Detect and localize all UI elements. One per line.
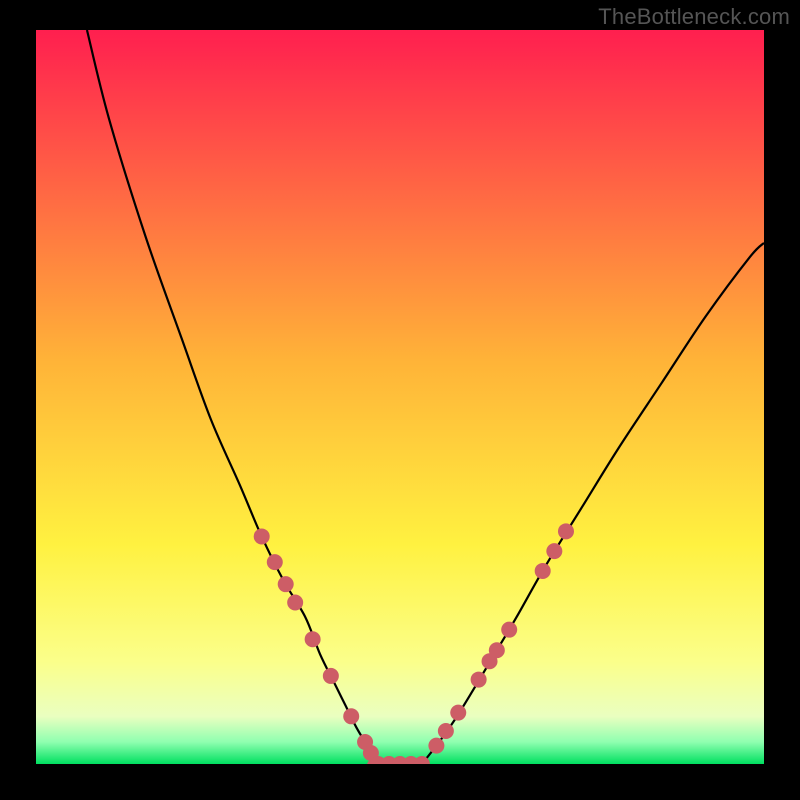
bottleneck-chart (0, 0, 800, 800)
data-marker (471, 672, 487, 688)
data-marker (287, 595, 303, 611)
data-marker (546, 543, 562, 559)
data-marker (501, 622, 517, 638)
watermark-text: TheBottleneck.com (598, 4, 790, 30)
data-marker (414, 756, 430, 772)
chart-frame: TheBottleneck.com (0, 0, 800, 800)
data-marker (558, 523, 574, 539)
data-marker (343, 708, 359, 724)
data-marker (305, 631, 321, 647)
data-marker (323, 668, 339, 684)
data-marker (278, 576, 294, 592)
data-marker (438, 723, 454, 739)
data-marker (428, 738, 444, 754)
plot-background (36, 30, 764, 764)
data-marker (489, 642, 505, 658)
data-marker (267, 554, 283, 570)
data-marker (535, 563, 551, 579)
data-marker (254, 528, 270, 544)
data-marker (450, 705, 466, 721)
